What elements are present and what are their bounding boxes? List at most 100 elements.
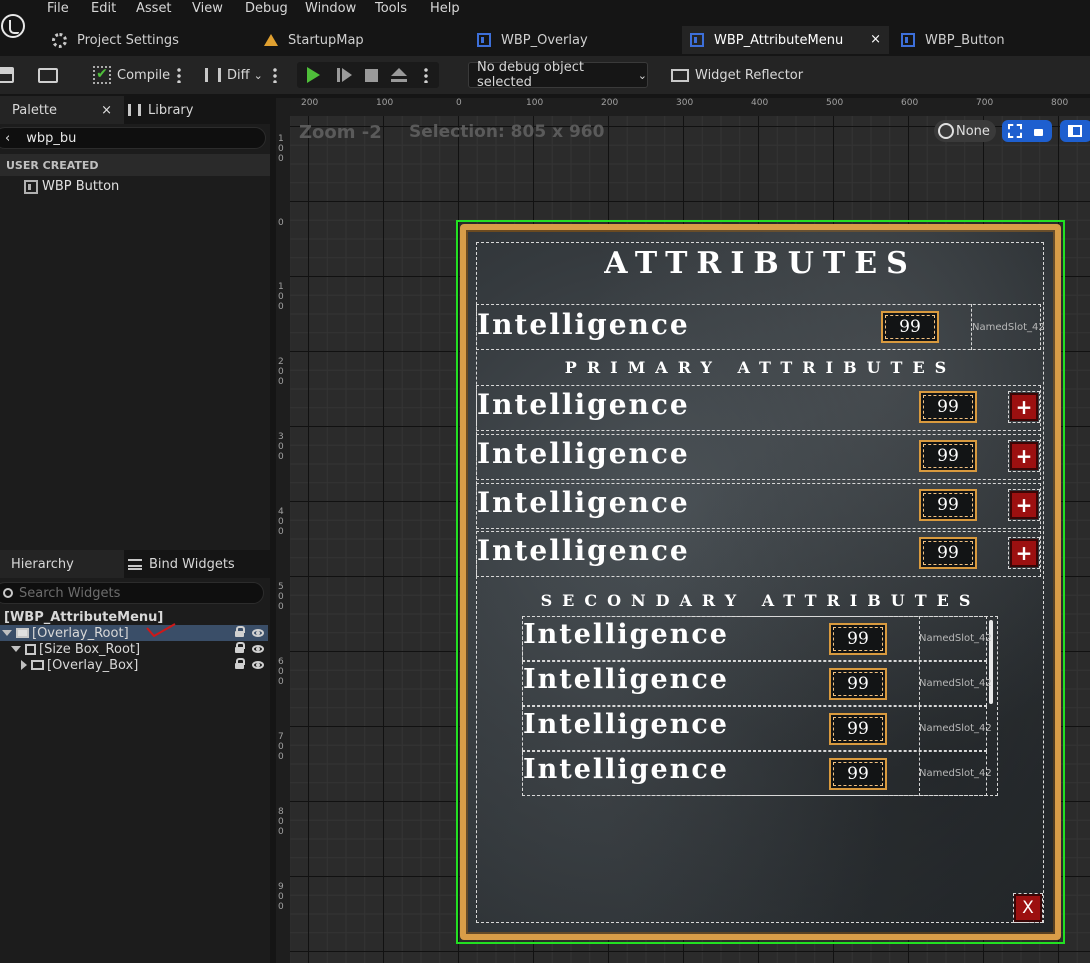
menu-bar: File Edit Asset View Debug Window Tools … bbox=[0, 0, 1090, 38]
close-tab-icon[interactable]: × bbox=[870, 32, 881, 47]
chevron-down-icon: ⌄ bbox=[637, 68, 647, 82]
increase-attribute-button[interactable]: + bbox=[1008, 440, 1040, 472]
ruler-tick: 300 bbox=[676, 98, 694, 108]
widget-blueprint-icon bbox=[690, 33, 704, 47]
localization-preview-button[interactable]: None bbox=[934, 120, 996, 142]
palette-search-value: wbp_bu bbox=[26, 130, 77, 146]
diff-label: Diff bbox=[227, 67, 250, 83]
tab-wbp-attribute-menu[interactable]: WBP_AttributeMenu × bbox=[682, 26, 889, 54]
named-slot-label: NamedSlot_42 bbox=[919, 768, 992, 779]
menu-view[interactable]: View bbox=[192, 1, 223, 16]
browse-button[interactable] bbox=[38, 64, 58, 86]
tab-wbp-overlay[interactable]: WBP_Overlay bbox=[477, 26, 677, 54]
diff-options-button[interactable] bbox=[273, 64, 277, 86]
ruler-tick: 600 bbox=[901, 98, 919, 108]
stop-button[interactable] bbox=[365, 64, 378, 86]
increase-attribute-button[interactable]: + bbox=[1008, 537, 1040, 569]
widget-reflector-button[interactable]: Widget Reflector bbox=[671, 64, 803, 86]
menu-debug[interactable]: Debug bbox=[245, 1, 288, 16]
hierarchy-search-input[interactable]: Search Widgets bbox=[0, 582, 264, 604]
menu-asset[interactable]: Asset bbox=[136, 1, 172, 16]
globe-icon bbox=[938, 123, 954, 139]
attribute-menu-frame[interactable]: ATTRIBUTES Intelligence 99 NamedSlot_42 … bbox=[460, 224, 1061, 940]
compile-options-button[interactable] bbox=[177, 64, 181, 86]
more-options-icon bbox=[424, 67, 428, 83]
attribute-value-box: 99 bbox=[829, 668, 887, 700]
attribute-value-box: 99 bbox=[919, 391, 977, 423]
tab-library[interactable]: Library bbox=[128, 96, 268, 124]
menu-edit[interactable]: Edit bbox=[91, 1, 116, 16]
tab-startup-map[interactable]: StartupMap bbox=[264, 26, 464, 54]
ruler-tick: 7 0 0 bbox=[278, 732, 284, 762]
menu-window[interactable]: Window bbox=[305, 1, 356, 16]
attribute-value-box: 99 bbox=[919, 489, 977, 521]
palette-search-input[interactable]: ‹ wbp_bu bbox=[0, 127, 266, 149]
tree-node-overlay-box[interactable]: [Overlay_Box] bbox=[0, 657, 268, 673]
menu-help[interactable]: Help bbox=[430, 1, 460, 16]
dashed-select-icon bbox=[1008, 124, 1022, 138]
menu-file[interactable]: File bbox=[47, 1, 69, 16]
ruler-tick: 8 0 0 bbox=[278, 807, 284, 837]
expand-arrow-icon[interactable] bbox=[2, 630, 12, 636]
tree-root[interactable]: [WBP_AttributeMenu] bbox=[0, 609, 268, 625]
close-menu-button[interactable]: X bbox=[1013, 893, 1043, 923]
palette-tab-label: Palette bbox=[12, 102, 58, 118]
designer-canvas[interactable]: 200 100 0 100 200 300 400 500 600 700 80… bbox=[276, 98, 1090, 963]
tree-node-overlay-root[interactable]: [Overlay_Root] bbox=[0, 625, 268, 641]
debug-object-select[interactable]: No debug object selected ⌄ bbox=[468, 60, 648, 90]
save-icon bbox=[0, 67, 14, 83]
primary-attributes-title: PRIMARY ATTRIBUTES bbox=[564, 358, 957, 377]
attribute-label: Intelligence bbox=[477, 534, 690, 567]
more-options-icon bbox=[177, 67, 181, 83]
tab-hierarchy[interactable]: Hierarchy bbox=[0, 550, 124, 578]
menu-tools[interactable]: Tools bbox=[375, 1, 407, 16]
step-button[interactable] bbox=[337, 64, 352, 86]
widget-blueprint-icon bbox=[901, 33, 915, 47]
level-map-icon bbox=[264, 34, 278, 46]
tab-project-settings[interactable]: Project Settings bbox=[52, 26, 252, 54]
debug-object-value: No debug object selected bbox=[477, 60, 584, 90]
visibility-eye-icon[interactable] bbox=[252, 661, 264, 669]
attribute-value: 99 bbox=[847, 629, 869, 649]
visibility-eye-icon[interactable] bbox=[252, 645, 264, 653]
increase-attribute-button[interactable]: + bbox=[1008, 391, 1040, 423]
back-chevron-icon: ‹ bbox=[5, 130, 11, 146]
play-button[interactable] bbox=[307, 64, 320, 86]
list-icon bbox=[128, 558, 142, 570]
eject-button[interactable] bbox=[391, 64, 407, 86]
tree-node-size-box-root[interactable]: [Size Box_Root] bbox=[0, 641, 268, 657]
save-button[interactable] bbox=[0, 64, 14, 86]
named-slot-label: NamedSlot_42 bbox=[919, 723, 992, 734]
chevron-down-icon: ⌄ bbox=[253, 68, 263, 82]
attribute-value-box: 99 bbox=[919, 537, 977, 569]
tab-wbp-button[interactable]: WBP_Button bbox=[901, 26, 1090, 54]
expand-arrow-icon[interactable] bbox=[11, 646, 21, 652]
close-icon[interactable]: × bbox=[101, 103, 112, 118]
attribute-label: Intelligence bbox=[523, 709, 729, 740]
size-box-icon bbox=[25, 643, 36, 655]
tab-palette[interactable]: Palette × bbox=[0, 96, 124, 124]
ruler-tick: 100 bbox=[526, 98, 544, 108]
respect-locks-toggle[interactable] bbox=[1002, 120, 1052, 142]
palette-item-wbp-button[interactable]: WBP Button bbox=[24, 179, 119, 194]
diff-button[interactable]: Diff ⌄ bbox=[205, 64, 263, 86]
attribute-value: 99 bbox=[899, 317, 921, 337]
compile-button[interactable]: ✔ Compile bbox=[93, 64, 170, 86]
close-button-label: X bbox=[1022, 898, 1034, 918]
widget-reflector-label: Widget Reflector bbox=[695, 67, 804, 83]
user-created-section[interactable]: USER CREATED bbox=[0, 154, 270, 176]
lock-icon[interactable] bbox=[235, 658, 245, 669]
library-icon bbox=[128, 104, 141, 116]
tab-wbp-overlay-label: WBP_Overlay bbox=[501, 32, 588, 48]
tab-bind-widgets[interactable]: Bind Widgets bbox=[128, 550, 268, 578]
ruler-tick: 9 0 0 bbox=[278, 882, 284, 912]
increase-attribute-button[interactable]: + bbox=[1008, 489, 1040, 521]
visibility-eye-icon[interactable] bbox=[252, 629, 264, 637]
expand-arrow-icon[interactable] bbox=[21, 660, 27, 670]
layout-toggle[interactable] bbox=[1060, 120, 1090, 142]
tree-node-label: [Overlay_Box] bbox=[47, 657, 139, 673]
lock-icon[interactable] bbox=[235, 626, 245, 637]
lock-icon[interactable] bbox=[235, 642, 245, 653]
play-options-button[interactable] bbox=[424, 64, 428, 86]
bind-widgets-label: Bind Widgets bbox=[149, 556, 235, 572]
